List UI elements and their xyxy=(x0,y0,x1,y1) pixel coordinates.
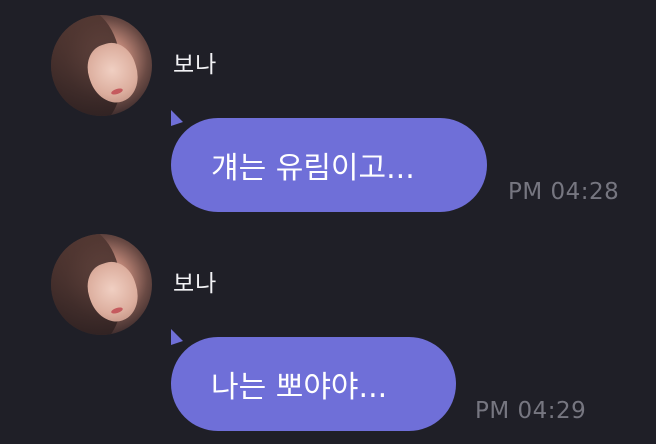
sender-avatar[interactable] xyxy=(51,234,152,335)
sender-name: 보나 xyxy=(173,52,218,78)
bubble-tail xyxy=(171,110,183,126)
sender-avatar[interactable] xyxy=(51,15,152,116)
message-timestamp: PM 04:28 xyxy=(508,179,620,205)
message-text: 나는 뽀야야... xyxy=(211,370,388,405)
message-timestamp: PM 04:29 xyxy=(475,398,587,424)
sender-name: 보나 xyxy=(173,271,218,297)
message-bubble[interactable]: 나는 뽀야야... xyxy=(171,337,456,431)
bubble-tail xyxy=(171,329,183,345)
message-bubble[interactable]: 걔는 유림이고... xyxy=(171,118,487,212)
message-text: 걔는 유림이고... xyxy=(211,151,415,186)
